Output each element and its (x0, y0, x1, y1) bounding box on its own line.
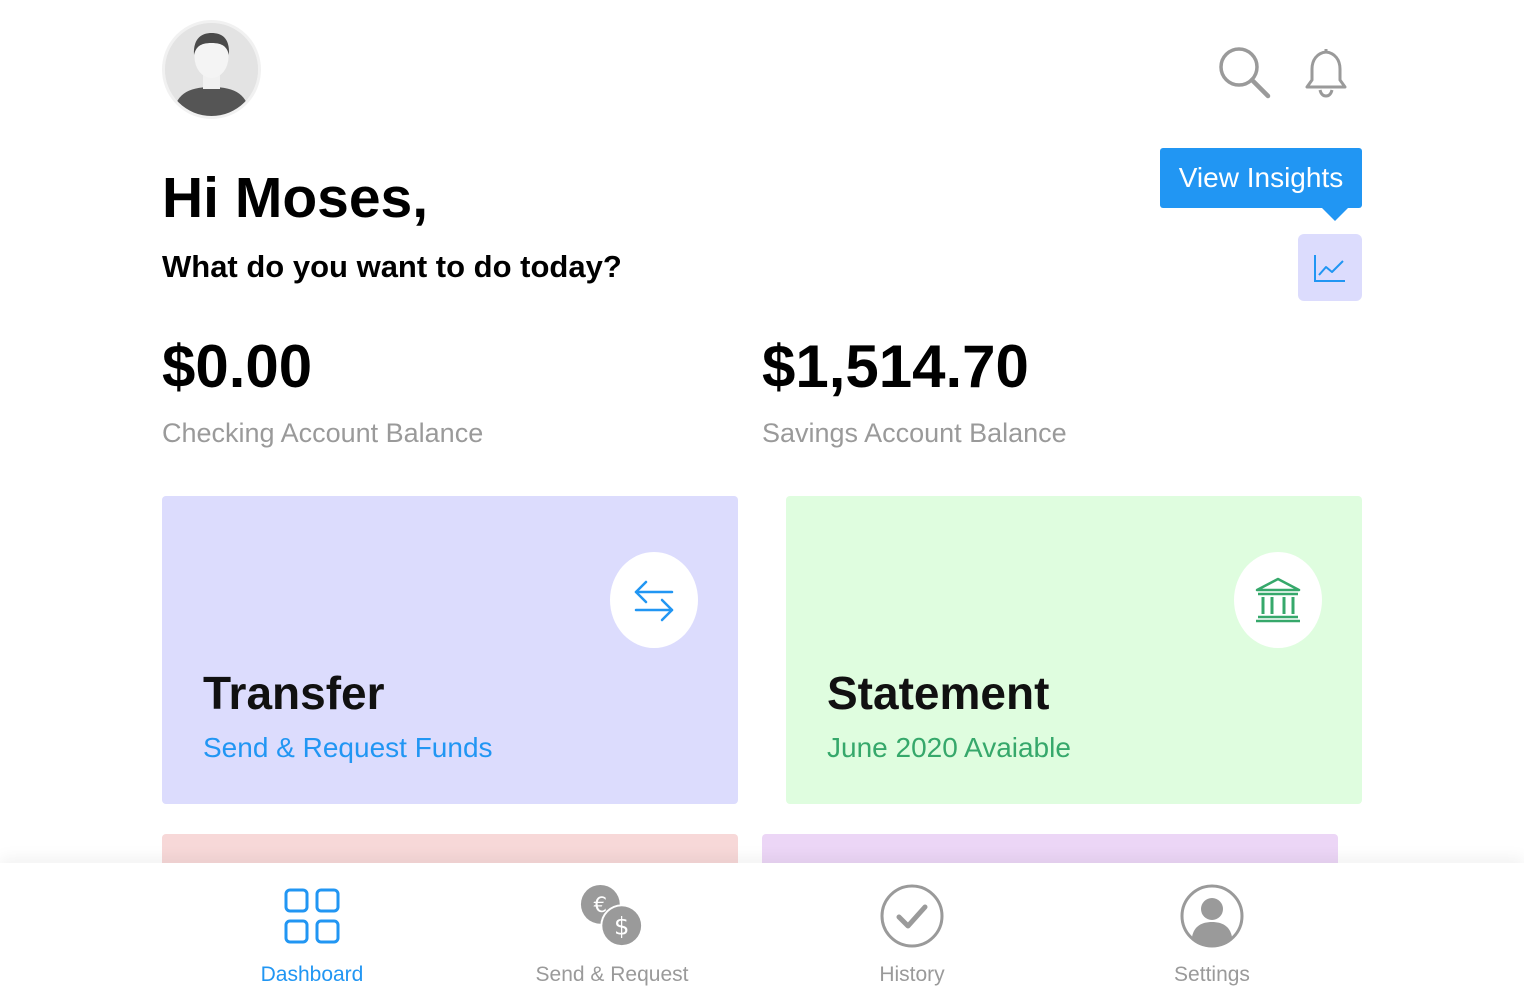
checking-balance: $0.00 Checking Account Balance (162, 334, 483, 449)
avatar[interactable] (162, 20, 261, 119)
bank-icon (1255, 577, 1301, 623)
bell-icon (1305, 48, 1347, 98)
savings-balance-label: Savings Account Balance (762, 418, 1067, 448)
currency-exchange-icon: € $ (580, 884, 644, 948)
check-circle-icon (880, 884, 944, 948)
user-avatar-icon (165, 23, 258, 116)
statement-icon-circle (1234, 552, 1322, 648)
view-insights-label: View Insights (1178, 162, 1344, 193)
greeting-subtitle: What do you want to do today? (162, 249, 622, 284)
nav-label-settings: Settings (1174, 963, 1250, 986)
checking-balance-label: Checking Account Balance (162, 418, 484, 448)
nav-icon-wrapper (879, 883, 945, 949)
page-title: Hi Moses, (162, 166, 429, 230)
transfer-icon-circle (610, 552, 698, 648)
nav-item-dashboard[interactable]: Dashboard (192, 863, 432, 1006)
view-insights-tooltip[interactable]: View Insights (1160, 148, 1362, 221)
nav-icon-wrapper (1179, 883, 1245, 949)
transfer-card-subtitle: Send & Request Funds (203, 732, 493, 763)
savings-balance-amount: $1,514.70 (762, 333, 1029, 400)
statement-card-subtitle: June 2020 Avaiable (827, 732, 1071, 763)
user-circle-icon (1180, 884, 1244, 948)
nav-icon-wrapper: € $ (579, 883, 645, 949)
search-button[interactable] (1216, 44, 1272, 100)
grid-icon (284, 888, 340, 944)
transfer-arrows-icon (634, 580, 674, 622)
nav-item-settings[interactable]: Settings (1092, 863, 1332, 1006)
transfer-card-title: Transfer (203, 667, 385, 719)
search-icon (1219, 47, 1271, 99)
nav-item-history[interactable]: History (792, 863, 1032, 1006)
nav-label-history: History (879, 963, 945, 986)
svg-text:$: $ (614, 911, 629, 940)
line-chart-icon (1314, 254, 1345, 282)
nav-label-send-request: Send & Request (535, 963, 689, 986)
nav-label-dashboard: Dashboard (260, 963, 364, 986)
nav-item-send-request[interactable]: € $ Send & Request (492, 863, 732, 1006)
bottom-navigation: Dashboard € $ Send & Request History Set… (0, 863, 1524, 1006)
insights-button[interactable] (1298, 234, 1362, 301)
statement-card-title: Statement (827, 667, 1050, 719)
statement-card[interactable]: Statement June 2020 Avaiable (786, 496, 1362, 804)
notifications-button[interactable] (1298, 44, 1354, 100)
checking-balance-amount: $0.00 (162, 333, 313, 400)
nav-icon-wrapper (279, 883, 345, 949)
savings-balance: $1,514.70 Savings Account Balance (762, 334, 1067, 449)
transfer-card[interactable]: Transfer Send & Request Funds (162, 496, 738, 804)
